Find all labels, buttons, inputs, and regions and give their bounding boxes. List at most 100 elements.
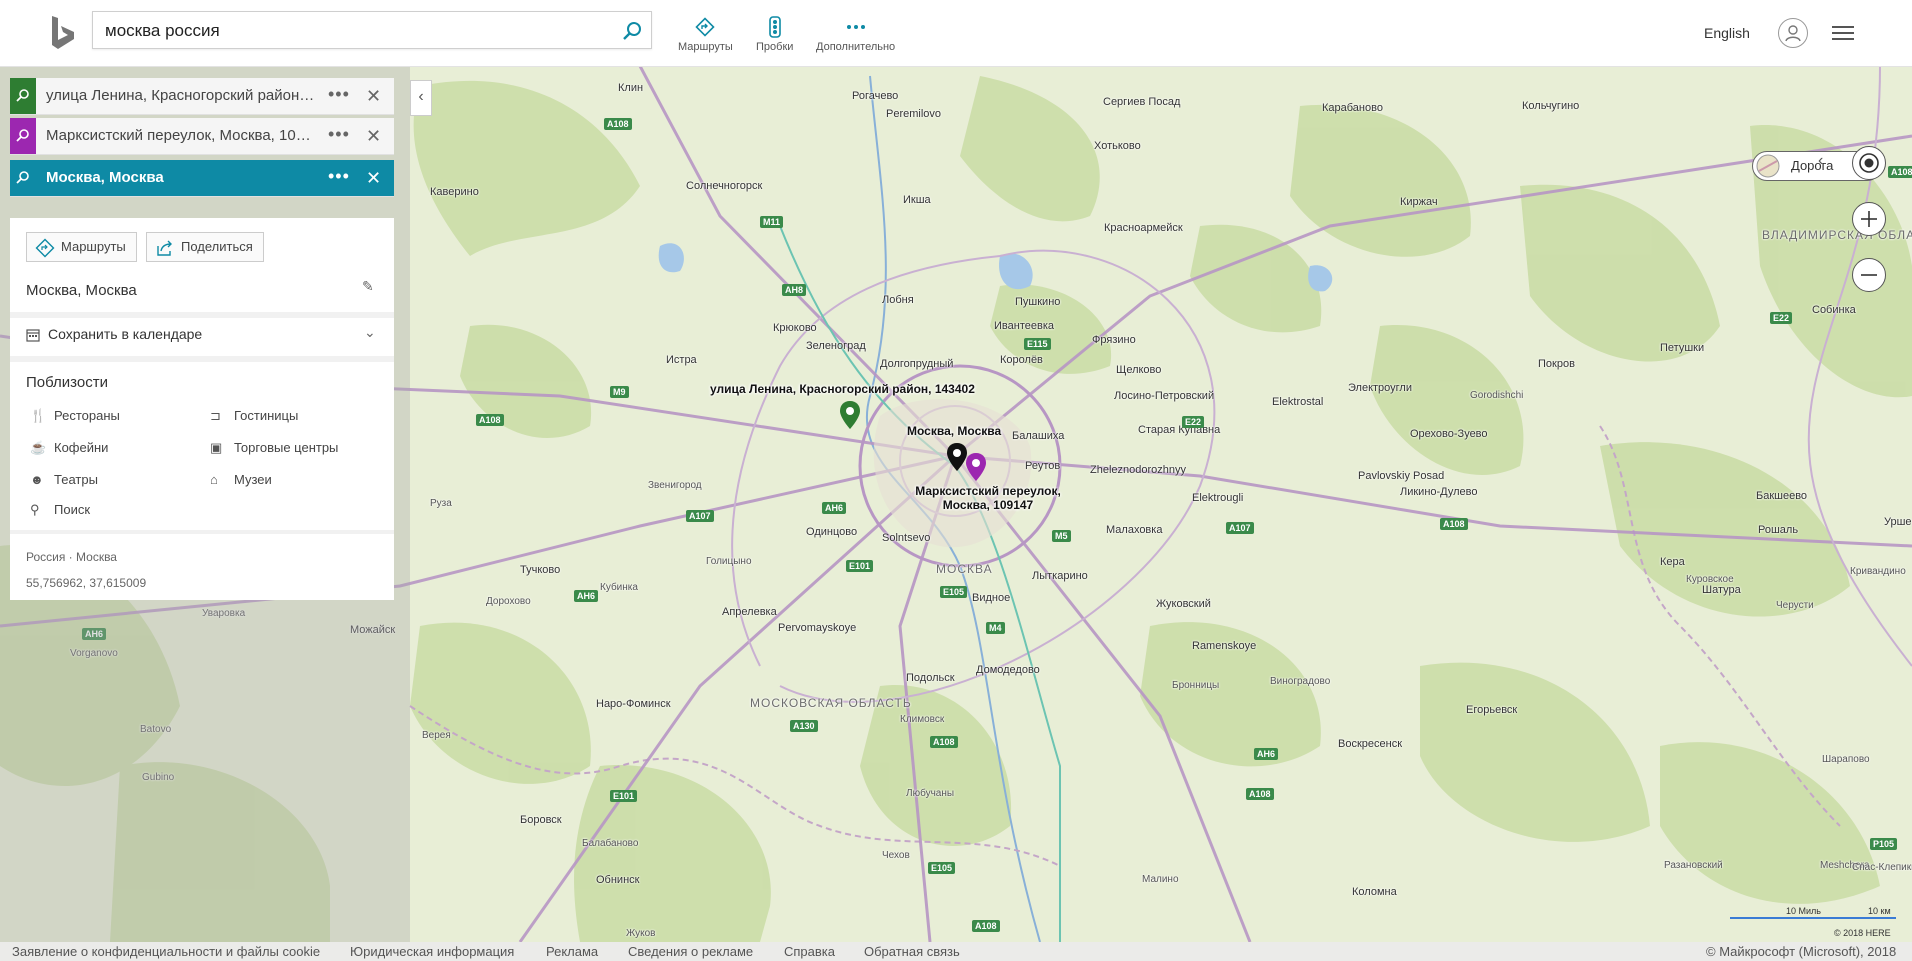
place-label: Балашиха xyxy=(1012,430,1065,442)
more-options-icon[interactable]: ••• xyxy=(328,124,350,145)
place-label: Gorodishchi xyxy=(1470,390,1524,401)
place-label: Электроугли xyxy=(1348,382,1412,394)
place-label: Peremilovo xyxy=(886,108,942,120)
locate-me-button[interactable] xyxy=(1852,146,1886,180)
nearby-museums[interactable]: ⌂ Музеи xyxy=(210,472,272,487)
remove-waypoint-icon[interactable]: ✕ xyxy=(366,168,381,189)
map-style-label: Дорога xyxy=(1791,158,1834,173)
sidebar: улица Ленина, Красногорский район, 14340… xyxy=(0,66,410,942)
route-shield: A108 xyxy=(1888,166,1912,178)
more-button[interactable]: Дополнительно xyxy=(816,16,895,53)
route-shield: AH6 xyxy=(822,502,847,514)
place-label: Ивантеевка xyxy=(994,320,1054,332)
place-label: Чехов xyxy=(882,850,910,861)
place-label: Elektrougli xyxy=(1192,492,1244,504)
footer-link-ads[interactable]: Реклама xyxy=(546,944,598,959)
divider xyxy=(10,312,394,318)
chevron-down-icon[interactable]: ⌄ xyxy=(364,324,376,341)
place-label: Zheleznodorozhnyy xyxy=(1090,464,1187,476)
nearby-theaters[interactable]: ☻ Театры xyxy=(30,472,98,487)
place-label: Малино xyxy=(1142,874,1179,885)
edit-icon[interactable]: ✎ xyxy=(362,278,374,295)
scale-km: 10 км xyxy=(1868,906,1891,916)
footer-link-ad-info[interactable]: Сведения о рекламе xyxy=(628,944,753,959)
footer-link-feedback[interactable]: Обратная связь xyxy=(864,944,960,959)
nearby-coffee[interactable]: ☕ Кофейни xyxy=(30,440,108,456)
zoom-out-button[interactable] xyxy=(1852,258,1886,292)
place-label: Орехово-Зуево xyxy=(1410,428,1488,440)
remove-waypoint-icon[interactable]: ✕ xyxy=(366,126,381,147)
place-label: Петушки xyxy=(1660,342,1705,354)
place-label: Кубинка xyxy=(600,582,638,593)
waypoint-2-tag xyxy=(10,118,36,154)
place-label: Королёв xyxy=(1000,354,1043,366)
green-location-pin[interactable] xyxy=(839,400,861,430)
place-label: Красноармейск xyxy=(1104,222,1183,234)
footer: Заявление о конфиденциальности и файлы c… xyxy=(0,942,1912,961)
language-link[interactable]: English xyxy=(1704,25,1750,41)
locate-icon xyxy=(1859,153,1879,173)
bing-logo[interactable] xyxy=(48,14,78,52)
place-label: Сергиев Посад xyxy=(1103,96,1181,108)
route-shield: A108 xyxy=(1440,518,1468,530)
waypoint-3-tag xyxy=(10,160,36,196)
purple-pin-label: Марксистский переулок, Москва, 109147 xyxy=(915,484,1061,512)
place-label: Наро-Фоминск xyxy=(596,698,671,710)
remove-waypoint-icon[interactable]: ✕ xyxy=(366,86,381,107)
share-icon xyxy=(157,240,172,256)
route-shield: E22 xyxy=(1182,416,1205,428)
search-input[interactable] xyxy=(103,12,607,50)
route-shield: AH8 xyxy=(782,284,807,296)
theater-icon: ☻ xyxy=(30,472,44,487)
collapse-controls-icon[interactable]: ‹ xyxy=(1818,152,1823,170)
route-shield: A108 xyxy=(604,118,632,130)
route-shield: M9 xyxy=(610,386,629,398)
more-options-icon[interactable]: ••• xyxy=(328,84,350,105)
green-pin-label: улица Ленина, Красногорский район, 14340… xyxy=(710,382,975,396)
place-label: Ликино-Дулево xyxy=(1400,486,1478,498)
place-label: Верея xyxy=(422,730,451,741)
footer-link-privacy[interactable]: Заявление о конфиденциальности и файлы c… xyxy=(12,944,320,959)
place-label: Жуковский xyxy=(1156,598,1211,610)
place-label: Черусти xyxy=(1776,600,1814,611)
share-button-label: Поделиться xyxy=(181,239,253,254)
footer-link-help[interactable]: Справка xyxy=(784,944,835,959)
nearby-label: Музеи xyxy=(234,472,272,487)
waypoint-2[interactable]: Марксистский переулок, Москва, 109147 ••… xyxy=(10,118,394,155)
share-button[interactable]: Поделиться xyxy=(146,232,264,262)
user-icon[interactable] xyxy=(1778,18,1808,48)
routes-button-label: Маршруты xyxy=(61,239,126,254)
nearby-restaurants[interactable]: 🍴 Рестораны xyxy=(30,408,120,424)
directions-button[interactable]: Маршруты xyxy=(678,16,733,53)
more-options-icon[interactable]: ••• xyxy=(328,166,350,187)
route-shield: E101 xyxy=(846,560,874,572)
footer-link-legal[interactable]: Юридическая информация xyxy=(350,944,514,959)
route-shield: M11 xyxy=(760,216,784,228)
waypoint-1[interactable]: улица Ленина, Красногорский район, 14340… xyxy=(10,78,394,115)
calendar-icon xyxy=(26,329,40,342)
place-label: Икша xyxy=(903,194,931,206)
place-label: Лосино-Петровский xyxy=(1114,390,1215,402)
waypoint-3-active[interactable]: Москва, Москва ••• ✕ xyxy=(10,160,394,197)
city-label: МОСКВА xyxy=(936,562,993,576)
nearby-search[interactable]: ⚲ Поиск xyxy=(30,502,90,518)
save-to-calendar[interactable]: Сохранить в календаре xyxy=(26,326,202,342)
route-shield: E105 xyxy=(928,862,956,874)
nearby-hotels[interactable]: ⊐ Гостиницы xyxy=(210,408,298,424)
purple-location-pin[interactable] xyxy=(965,452,987,482)
place-label: Пушкино xyxy=(1015,296,1061,308)
routes-button[interactable]: Маршруты xyxy=(26,232,137,262)
nearby-shopping[interactable]: ▣ Торговые центры xyxy=(210,440,338,456)
zoom-in-button[interactable] xyxy=(1852,202,1886,236)
place-label: Балабаново xyxy=(582,838,639,849)
collapse-panel-button[interactable]: ‹ xyxy=(410,80,432,116)
route-shield: P105 xyxy=(1870,838,1898,850)
search-icon xyxy=(16,129,29,142)
search-icon[interactable] xyxy=(621,20,643,42)
route-shield: A130 xyxy=(790,720,818,732)
traffic-label: Пробки xyxy=(756,41,794,53)
menu-icon[interactable] xyxy=(1832,24,1854,42)
traffic-button[interactable]: Пробки xyxy=(756,16,793,53)
minus-icon xyxy=(1861,274,1877,276)
place-label: Клин xyxy=(618,82,644,94)
